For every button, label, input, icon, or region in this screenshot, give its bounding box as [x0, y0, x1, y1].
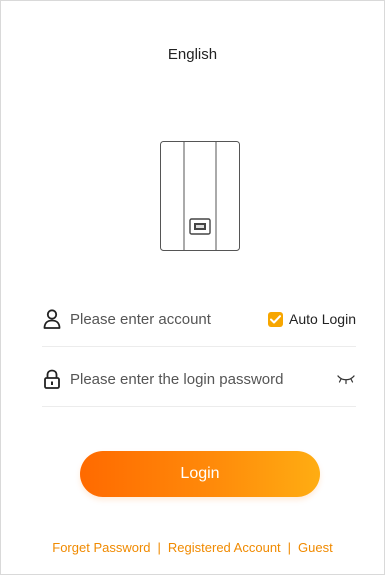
login-button[interactable]: Login — [80, 451, 320, 497]
guest-link[interactable]: Guest — [298, 540, 333, 555]
separator: | — [157, 540, 161, 555]
auto-login-toggle[interactable]: Auto Login — [268, 309, 356, 329]
user-icon — [43, 309, 61, 329]
device-image — [160, 141, 240, 251]
footer-links: Forget Password | Registered Account | Guest — [0, 540, 385, 555]
auto-login-label: Auto Login — [289, 311, 356, 327]
language-selector[interactable]: English — [0, 46, 385, 63]
password-field — [42, 356, 356, 407]
auto-login-checkbox[interactable] — [268, 311, 284, 327]
check-icon — [270, 314, 282, 323]
account-field: Auto Login — [42, 296, 356, 347]
separator: | — [287, 540, 292, 555]
forget-password-link[interactable]: Forget Password — [52, 540, 150, 555]
register-link[interactable]: Registered Account — [168, 540, 281, 555]
lock-icon — [44, 369, 60, 389]
password-input[interactable] — [70, 368, 325, 390]
account-input[interactable] — [70, 308, 245, 330]
eye-closed-icon[interactable] — [336, 372, 356, 386]
